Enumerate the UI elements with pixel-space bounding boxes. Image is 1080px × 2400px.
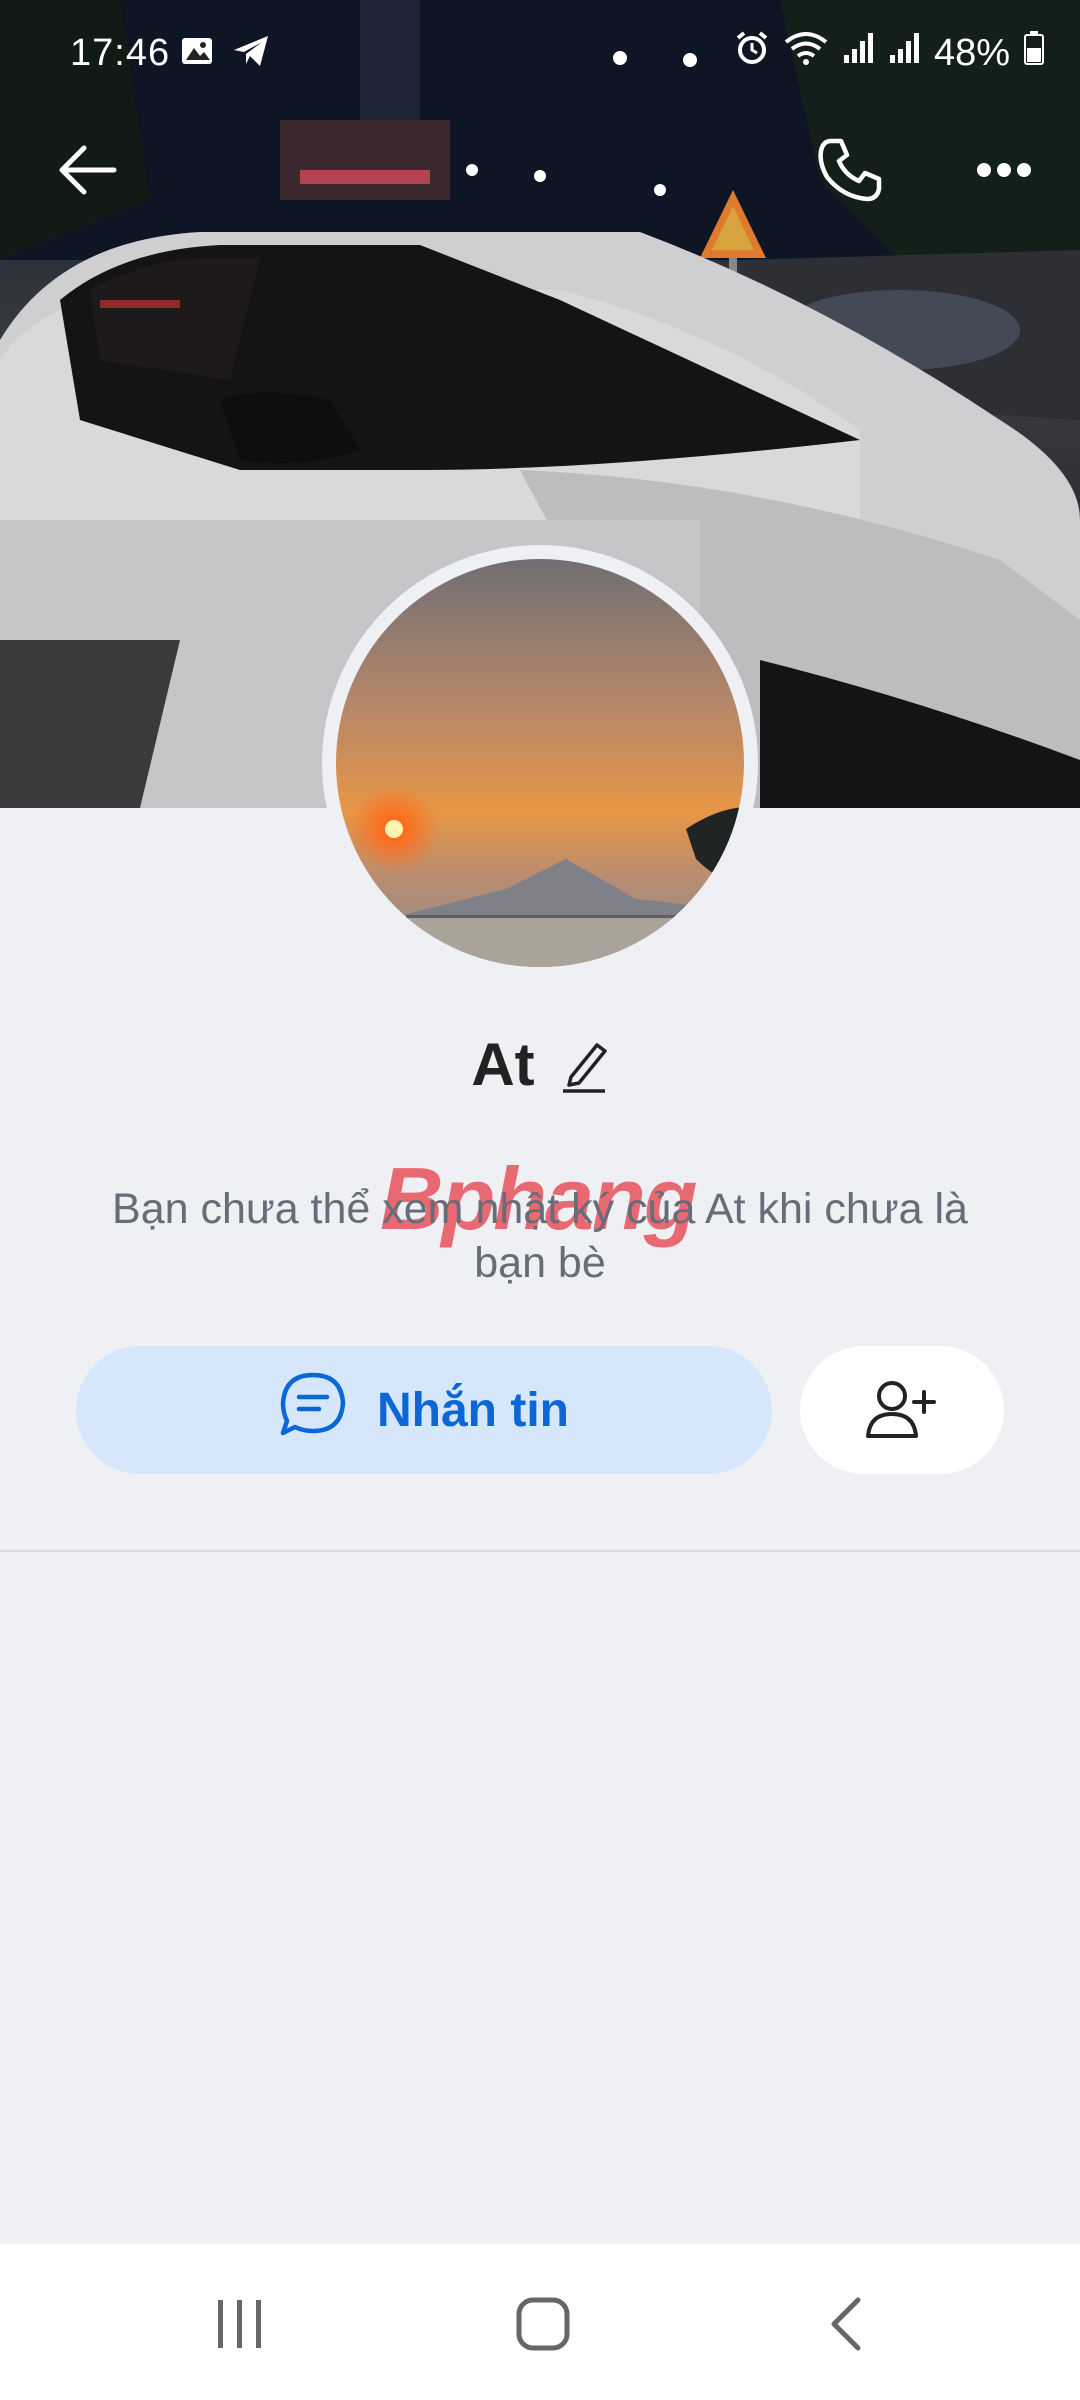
signal-icon — [842, 31, 874, 75]
signal-icon — [888, 31, 920, 75]
phone-icon[interactable] — [810, 130, 890, 210]
back-icon[interactable] — [806, 2292, 886, 2356]
chat-bubble-icon — [279, 1371, 347, 1449]
more-icon[interactable] — [964, 130, 1044, 210]
friends-only-notice: Bạn chưa thể xem nhật ký của At khi chưa… — [112, 1185, 968, 1287]
back-arrow-icon[interactable] — [48, 130, 128, 210]
alarm-icon — [734, 30, 770, 76]
add-friend-icon — [866, 1378, 938, 1443]
profile-name-row: At — [0, 1030, 1080, 1099]
navigation-bar — [0, 2244, 1080, 2400]
status-bar: 17:46 48% — [0, 0, 1080, 110]
battery-icon — [1024, 31, 1044, 75]
message-button-label: Nhắn tin — [377, 1383, 569, 1437]
avatar[interactable] — [322, 545, 758, 981]
gallery-icon — [180, 34, 214, 78]
status-time: 17:46 — [70, 32, 171, 74]
recent-apps-icon[interactable] — [200, 2292, 280, 2356]
add-friend-button[interactable] — [800, 1346, 1004, 1474]
home-icon[interactable] — [503, 2292, 583, 2356]
divider — [0, 1550, 1080, 1552]
profile-name: At — [471, 1031, 535, 1098]
battery-percentage: 48% — [933, 31, 1010, 74]
edit-pencil-icon[interactable] — [561, 1037, 609, 1093]
message-button[interactable]: Nhắn tin — [76, 1346, 772, 1474]
wifi-icon — [784, 30, 828, 76]
telegram-icon — [232, 34, 270, 78]
